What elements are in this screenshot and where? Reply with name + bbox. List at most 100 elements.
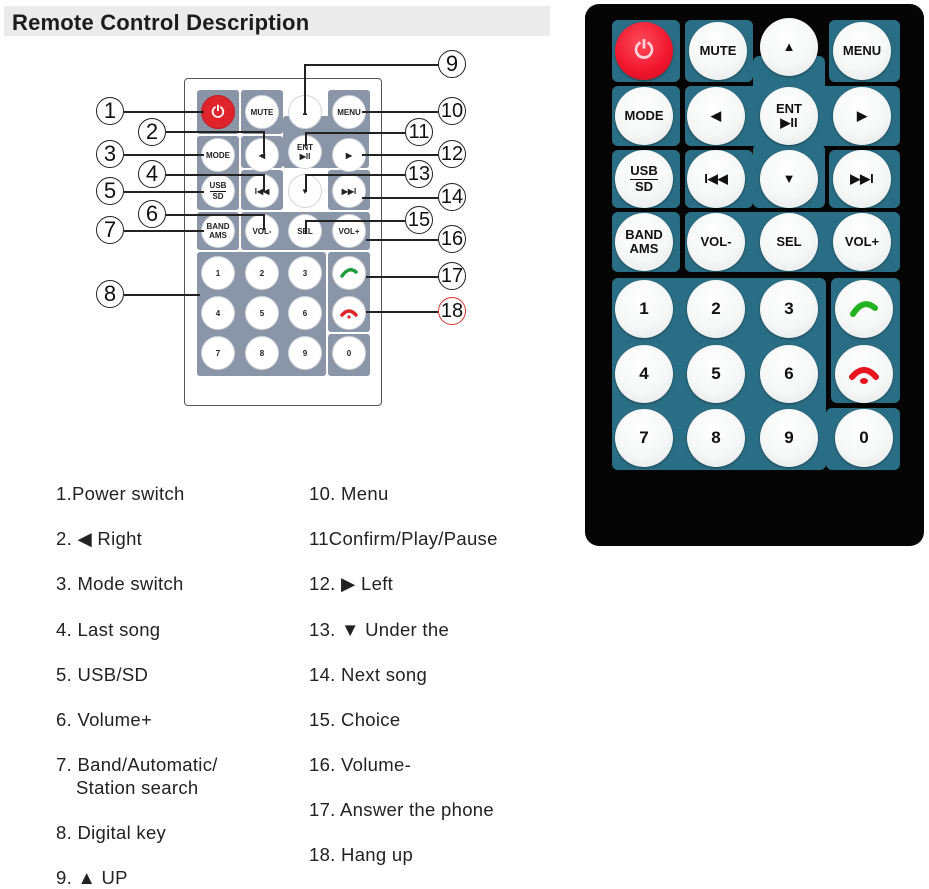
diagram-digit-4: 4	[201, 296, 235, 330]
leader-9-v	[304, 64, 306, 112]
diagram-digit-2: 2	[245, 256, 279, 290]
legend-item-4: 4. Last song	[56, 619, 161, 640]
legend-item-10: 10. Menu	[309, 483, 389, 504]
mute-button[interactable]: MUTE	[689, 22, 747, 80]
callout-6: 6	[138, 200, 166, 228]
digit-6-button[interactable]: 6	[760, 345, 818, 403]
legend-item-5: 5. USB/SD	[56, 664, 149, 685]
leader-11-v	[305, 132, 307, 146]
leader-2	[166, 131, 264, 133]
legend-item-13: 13. ▼ Under the	[309, 619, 450, 640]
ent-label: ENT	[776, 101, 802, 116]
diagram-answer-button	[332, 256, 366, 290]
usb-sd-button[interactable]: USB SD	[615, 150, 673, 208]
legend-item-3: 3. Mode switch	[56, 573, 184, 594]
band-label: BAND	[625, 227, 663, 242]
vol-plus-button[interactable]: VOL+	[833, 213, 891, 271]
digit-9-button[interactable]: 9	[760, 409, 818, 467]
legend-item-16: 16. Volume-	[309, 754, 412, 775]
diagram-right-button: ▶	[332, 138, 366, 172]
ent-play-pause-button[interactable]: ENT ▶II	[760, 87, 818, 145]
diagram-digit-5: 5	[245, 296, 279, 330]
diagram-next-button: ▶▶I	[332, 174, 366, 208]
legend-item-18: 18. Hang up	[309, 844, 414, 865]
sel-button[interactable]: SEL	[760, 213, 818, 271]
diagram-digit-0: 0	[332, 336, 366, 370]
digit-5-button[interactable]: 5	[687, 345, 745, 403]
down-button[interactable]: ▼	[760, 150, 818, 208]
diagram-menu-button: MENU	[332, 95, 366, 129]
diagram-digit-6: 6	[288, 296, 322, 330]
mode-button[interactable]: MODE	[615, 87, 673, 145]
answer-call-button[interactable]	[835, 280, 893, 338]
phone-hangup-icon	[849, 367, 879, 384]
ams-label: AMS	[629, 241, 659, 256]
callout-10: 10	[438, 97, 466, 125]
callout-9: 9	[438, 50, 466, 78]
left-arrow-icon: ◀	[711, 108, 721, 123]
menu-button[interactable]: MENU	[833, 22, 891, 80]
diagram-usb-sd-button: USB SD	[201, 174, 235, 208]
callout-18: 18	[438, 297, 466, 325]
leader-4	[166, 174, 264, 176]
previous-track-icon: I◀◀	[254, 186, 270, 196]
digit-4-button[interactable]: 4	[615, 345, 673, 403]
page-title: Remote Control Description	[12, 10, 310, 35]
legend-item-9: 9. ▲ UP	[56, 867, 128, 888]
legend-item-8: 8. Digital key	[56, 822, 167, 843]
band-label: BAND	[206, 222, 230, 231]
leader-4-v	[263, 174, 265, 192]
next-track-button[interactable]: ▶▶I	[833, 150, 891, 208]
leader-18	[366, 311, 438, 313]
up-button[interactable]: ▲	[760, 18, 818, 76]
leader-11	[305, 132, 405, 134]
next-track-icon: ▶▶I	[341, 186, 357, 196]
callout-7: 7	[96, 216, 124, 244]
diagram-digit-3: 3	[288, 256, 322, 290]
leader-2-v	[263, 131, 265, 153]
vol-minus-button[interactable]: VOL-	[687, 213, 745, 271]
play-pause-icon: ▶II	[299, 152, 311, 161]
callout-11: 11	[405, 118, 433, 146]
sd-label: SD	[212, 192, 224, 201]
legend-item-7: 7. Band/Automatic/	[56, 754, 218, 775]
left-button[interactable]: ◀	[687, 87, 745, 145]
power-icon: ⏻	[634, 37, 654, 64]
legend-item-6: 6. Volume+	[56, 709, 153, 730]
diagram-power-button: ⏻	[201, 95, 235, 129]
leader-3	[124, 154, 204, 156]
callout-1: 1	[96, 97, 124, 125]
play-pause-icon: ▶II	[780, 115, 798, 130]
digit-1-button[interactable]: 1	[615, 280, 673, 338]
callout-8: 8	[96, 280, 124, 308]
power-icon: ⏻	[211, 103, 225, 121]
digit-7-button[interactable]: 7	[615, 409, 673, 467]
digit-8-button[interactable]: 8	[687, 409, 745, 467]
digit-0-button[interactable]: 0	[835, 409, 893, 467]
leader-17	[366, 276, 438, 278]
remote-diagram: ⏻ MUTE ▲ MENU MODE ◀ ENT ▶II ▶ USB SD I◀◀ …	[0, 40, 560, 460]
diagram-digit-8: 8	[245, 336, 279, 370]
phone-answer-icon	[850, 301, 878, 317]
leader-13	[305, 174, 405, 176]
leader-8	[124, 294, 200, 296]
callout-13: 13	[405, 160, 433, 188]
hangup-call-button[interactable]	[835, 345, 893, 403]
leader-15	[305, 220, 405, 222]
legend-item-12: 12. ▶ Left	[309, 573, 394, 594]
usb-label: USB	[630, 163, 658, 180]
band-ams-button[interactable]: BAND AMS	[615, 213, 673, 271]
callout-2: 2	[138, 118, 166, 146]
previous-track-icon: I◀◀	[704, 171, 728, 186]
digit-3-button[interactable]: 3	[760, 280, 818, 338]
right-button[interactable]: ▶	[833, 87, 891, 145]
digit-2-button[interactable]: 2	[687, 280, 745, 338]
sd-label: SD	[634, 179, 654, 194]
power-button[interactable]: ⏻	[615, 22, 673, 80]
callout-12: 12	[438, 140, 466, 168]
diagram-digit-7: 7	[201, 336, 235, 370]
diagram-left-button: ◀	[245, 138, 279, 172]
previous-track-button[interactable]: I◀◀	[687, 150, 745, 208]
callout-3: 3	[96, 140, 124, 168]
diagram-mute-button: MUTE	[245, 95, 279, 129]
